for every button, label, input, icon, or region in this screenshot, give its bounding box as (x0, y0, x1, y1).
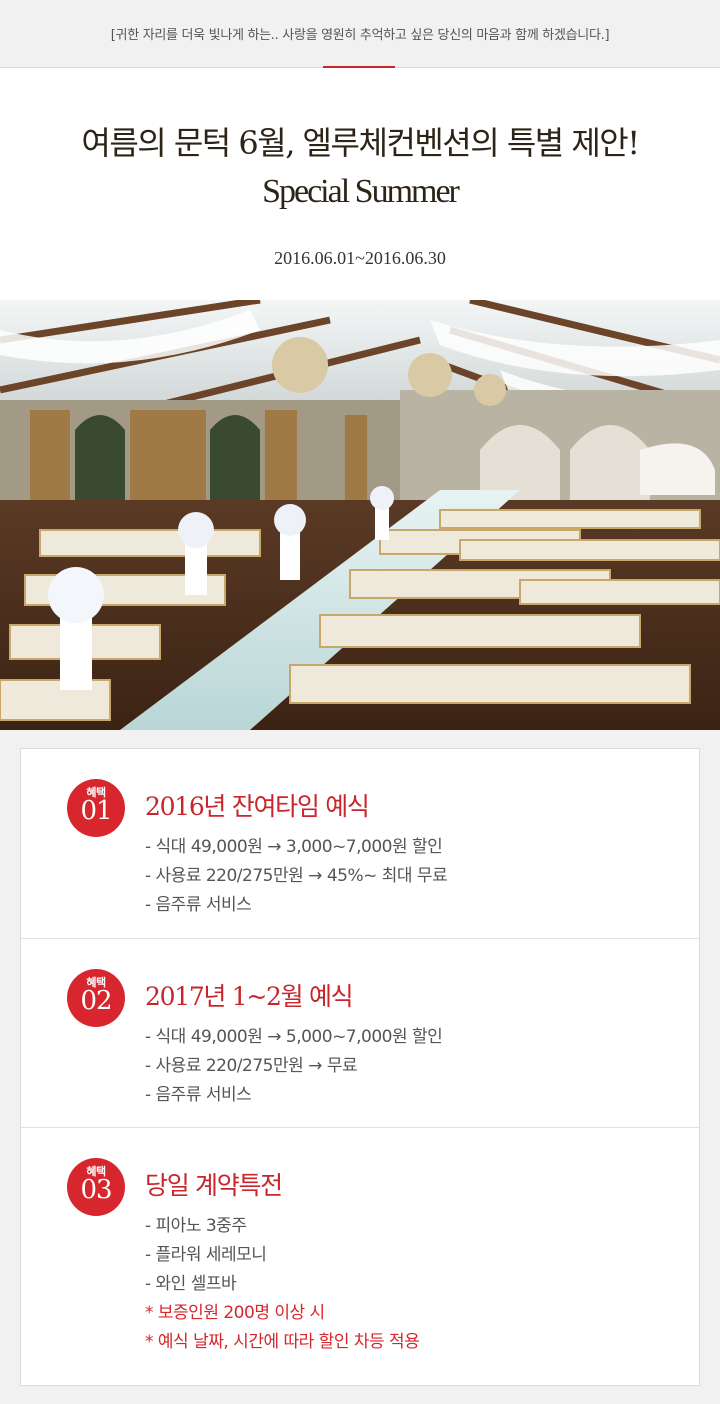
benefit-details: - 식대 49,000원 → 5,000~7,000원 할인 - 사용료 220… (145, 1023, 443, 1110)
benefit-title: 2016년 잔여타임 예식 (145, 792, 370, 821)
benefit-title: 당일 계약특전 (145, 1171, 283, 1200)
benefit-item: - 식대 49,000원 → 5,000~7,000원 할인 (145, 1027, 443, 1047)
page-title: 여름의 문턱 6월, 엘루체컨벤션의 특별 제안! (81, 124, 640, 162)
benefit-badge: 혜택 03 (67, 1158, 125, 1216)
benefit-badge: 혜택 02 (67, 969, 125, 1027)
benefit-item: - 식대 49,000원 → 3,000~7,000원 할인 (145, 837, 443, 857)
benefit-item: - 사용료 220/275만원 → 45%~ 최대 무료 (145, 866, 448, 886)
benefit-item: - 와인 셀프바 (145, 1274, 237, 1294)
benefit-3: 혜택 03 당일 계약특전 - 피아노 3중주 - 플라워 세레모니 - 와인 … (21, 1127, 699, 1385)
benefit-item: - 플라워 세레모니 (145, 1245, 267, 1265)
hero-section: 여름의 문턱 6월, 엘루체컨벤션의 특별 제안! Special Summer… (0, 68, 720, 300)
page-subtitle: Special Summer (262, 173, 460, 210)
badge-number: 02 (80, 986, 112, 1016)
benefit-details: - 피아노 3중주 - 플라워 세레모니 - 와인 셀프바 * 보증인원 200… (145, 1212, 420, 1357)
wedding-hall-photo (0, 300, 720, 730)
benefit-1: 혜택 01 2016년 잔여타임 예식 - 식대 49,000원 → 3,000… (21, 749, 699, 938)
top-notice-bar: [귀한 자리를 더욱 빛나게 하는.. 사랑을 영원히 추억하고 싶은 당신의 … (0, 0, 720, 68)
top-notice-text: [귀한 자리를 더욱 빛나게 하는.. 사랑을 영원히 추억하고 싶은 당신의 … (110, 28, 610, 43)
benefit-item: - 사용료 220/275만원 → 무료 (145, 1056, 358, 1076)
benefit-note: * 예식 날짜, 시간에 따라 할인 차등 적용 (145, 1332, 420, 1352)
stone-arch (570, 425, 650, 510)
benefit-item: - 피아노 3중주 (145, 1216, 247, 1236)
benefit-note: * 보증인원 200명 이상 시 (145, 1303, 325, 1323)
benefit-details: - 식대 49,000원 → 3,000~7,000원 할인 - 사용료 220… (145, 833, 448, 920)
badge-number: 01 (80, 796, 112, 826)
wedding-hall-illustration (0, 300, 720, 730)
badge-number: 03 (80, 1175, 112, 1205)
benefit-2: 혜택 02 2017년 1~2월 예식 - 식대 49,000원 → 5,000… (21, 938, 699, 1127)
benefit-title: 2017년 1~2월 예식 (145, 982, 354, 1011)
event-date-range: 2016.06.01~2016.06.30 (274, 248, 446, 268)
benefit-badge: 혜택 01 (67, 779, 125, 837)
benefit-item: - 음주류 서비스 (145, 1085, 252, 1105)
benefit-item: - 음주류 서비스 (145, 895, 252, 915)
benefits-panel: 혜택 01 2016년 잔여타임 예식 - 식대 49,000원 → 3,000… (20, 748, 700, 1386)
